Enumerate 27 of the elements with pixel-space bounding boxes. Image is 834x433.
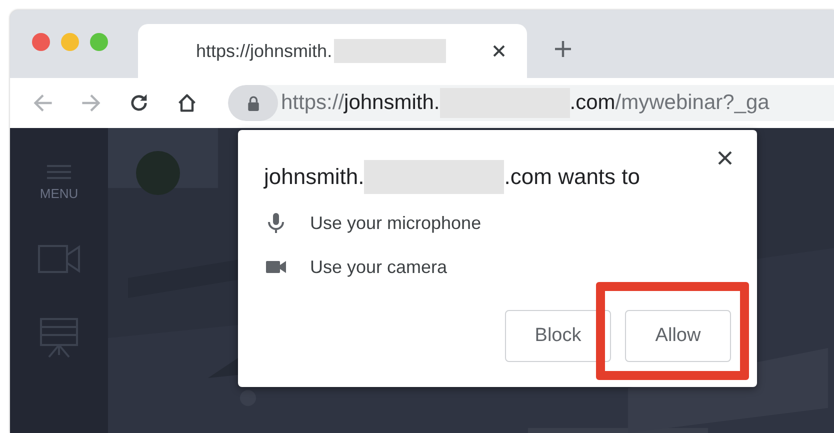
minimize-window-icon[interactable] [61, 33, 79, 51]
new-tab-icon[interactable] [553, 39, 573, 59]
address-bar[interactable]: https://johnsmith. .com/mywebinar?_ga [228, 85, 834, 121]
reload-icon[interactable] [128, 92, 150, 114]
dialog-title-end: .com wants to [504, 164, 640, 190]
url-path: /mywebinar?_ga [615, 91, 770, 115]
permission-label: Use your microphone [310, 212, 482, 234]
menu-icon[interactable] [45, 164, 73, 180]
video-camera-icon[interactable] [37, 243, 81, 275]
url-scheme: https:// [281, 91, 344, 115]
url-host: johnsmith. [344, 91, 440, 115]
dialog-button[interactable]: Block [505, 310, 611, 362]
permission-label: Use your camera [310, 256, 448, 278]
dialog-title: johnsmith. [264, 164, 364, 190]
close-icon[interactable] [717, 150, 733, 166]
close-tab-icon[interactable] [491, 43, 507, 59]
dialog-button[interactable]: Allow [625, 310, 731, 362]
browser-tab[interactable]: https://johnsmith. [138, 24, 527, 78]
back-arrow-icon[interactable] [32, 92, 54, 114]
tab-title: https://johnsmith. [196, 40, 332, 62]
forward-arrow-icon[interactable] [80, 92, 102, 114]
close-window-icon[interactable] [32, 33, 50, 51]
url-domain: .com [570, 91, 616, 115]
lock-icon[interactable] [246, 96, 260, 110]
menu-label: MENU [40, 186, 78, 201]
home-icon[interactable] [176, 92, 198, 114]
zoom-window-icon[interactable] [90, 33, 108, 51]
